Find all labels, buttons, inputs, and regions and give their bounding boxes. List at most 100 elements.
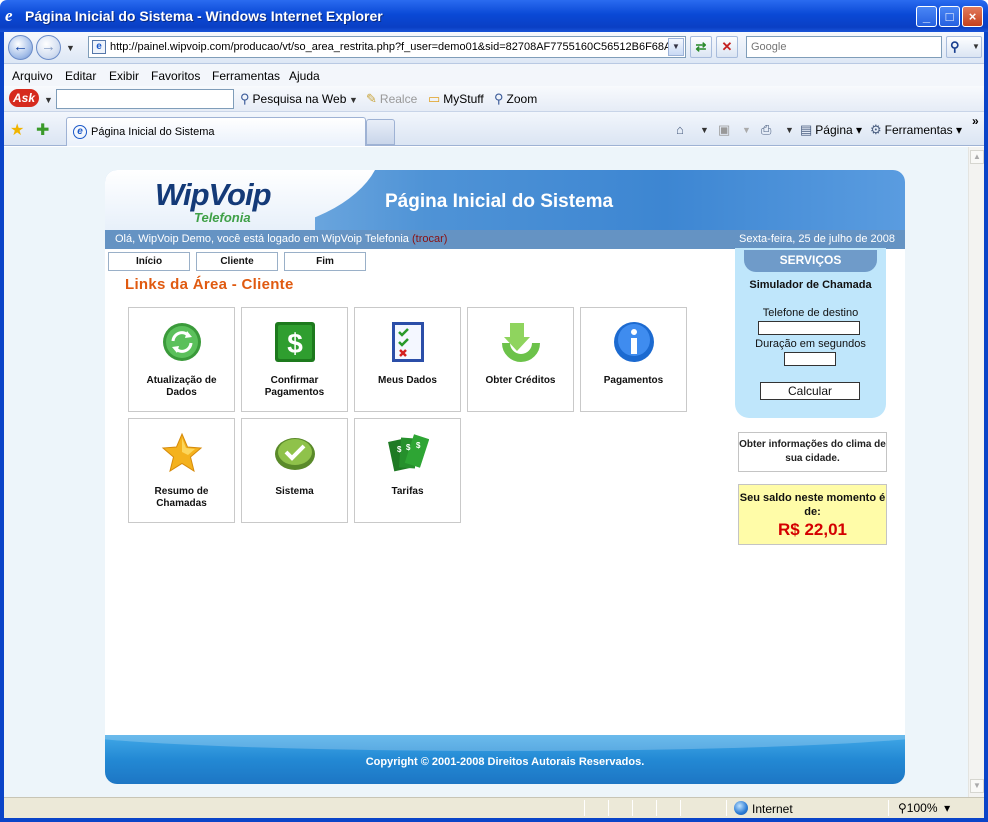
menu-exibir[interactable]: Exibir [109, 69, 139, 83]
trocar-link[interactable]: (trocar) [412, 233, 447, 245]
tab-pagina-inicial[interactable]: e Página Inicial do Sistema [66, 117, 366, 146]
tab-label: Página Inicial do Sistema [91, 126, 215, 138]
status-divider [726, 800, 727, 816]
highlighter-icon: ✎ [366, 91, 377, 106]
web-search-dropdown-icon[interactable]: ▼ [349, 95, 358, 105]
nav-inicio[interactable]: Início [108, 252, 190, 271]
tile-obter-creditos[interactable]: Obter Créditos [467, 307, 574, 412]
info-icon [614, 322, 654, 362]
overflow-chevron-icon[interactable]: » [972, 114, 979, 128]
home-dropdown-icon[interactable]: ▼ [700, 125, 709, 135]
url-field[interactable]: e http://painel.wipvoip.com/producao/vt/… [88, 36, 686, 58]
feeds-dropdown-icon[interactable]: ▼ [742, 125, 751, 135]
phone-input[interactable] [758, 321, 860, 335]
zoom-button[interactable]: ⚲ Zoom [494, 91, 537, 107]
footer-wave [105, 735, 905, 751]
back-button[interactable]: ← [8, 35, 33, 60]
tile-label: Pagamentos [603, 375, 664, 386]
tile-confirmar-pagamentos[interactable]: $ Confirmar Pagamentos [241, 307, 348, 412]
maximize-button[interactable]: □ [939, 6, 960, 27]
ask-web-search-button[interactable]: ⚲ Pesquisa na Web [240, 91, 346, 107]
tile-label: Meus Dados [378, 375, 437, 386]
magnifier-icon: ⚲ [240, 91, 250, 106]
site-logo-subtitle: Telefonia [194, 210, 251, 225]
page-icon: ▤ [800, 122, 813, 137]
refresh-button[interactable]: ⇄ [690, 36, 712, 58]
duration-label: Duração em segundos [755, 338, 866, 350]
feeds-button[interactable]: ▣ [718, 122, 733, 138]
menu-ferramentas[interactable]: Ferramentas [212, 69, 280, 83]
user-bar: Olá, WipVoip Demo, você está logado em W… [105, 230, 905, 249]
page-icon: e [92, 40, 106, 54]
tab-bar: ★ ✚ e Página Inicial do Sistema ⌂ ▼ ▣ ▼ … [4, 112, 984, 146]
print-button[interactable]: ⎙ [761, 122, 774, 138]
gear-icon: ⚙ [870, 122, 882, 137]
zoom-level[interactable]: ⚲100% ▾ [898, 801, 950, 815]
status-divider [608, 800, 609, 816]
add-favorite-icon[interactable]: ✚ [36, 120, 49, 140]
rss-icon: ▣ [718, 122, 731, 137]
svg-text:$: $ [287, 328, 303, 359]
svg-text:$: $ [406, 443, 411, 452]
search-button[interactable]: ⚲ ▼ [946, 36, 982, 58]
security-zone[interactable]: Internet [734, 801, 793, 816]
tile-label: Obter Créditos [485, 375, 556, 386]
search-field[interactable] [746, 36, 942, 58]
scroll-up-arrow-icon[interactable]: ▲ [970, 150, 984, 164]
status-bar: Internet ⚲100% ▾ [4, 797, 984, 818]
favorites-star-icon[interactable]: ★ [10, 120, 24, 140]
tile-pagamentos[interactable]: Pagamentos [580, 307, 687, 412]
print-dropdown-icon[interactable]: ▼ [785, 125, 794, 135]
phone-label: Telefone de destino [762, 307, 859, 319]
search-options-icon[interactable]: ▼ [972, 42, 980, 51]
vertical-scrollbar[interactable]: ▲ ▼ [968, 147, 984, 797]
menu-ajuda[interactable]: Ajuda [289, 69, 320, 83]
site-logo[interactable]: WipVoip [155, 177, 272, 213]
new-tab-button[interactable] [366, 119, 395, 145]
ask-logo[interactable]: Ask [9, 89, 39, 107]
stop-button[interactable]: ✕ [716, 36, 738, 58]
section-title: Links da Área - Cliente [125, 276, 294, 293]
close-button[interactable]: × [962, 6, 983, 27]
minimize-button[interactable]: _ [916, 6, 937, 27]
ie-logo-icon: e [5, 6, 13, 25]
nav-fim[interactable]: Fim [284, 252, 366, 271]
printer-icon: ⎙ [761, 122, 772, 137]
dollar-icon: $ [275, 322, 315, 362]
forward-button[interactable]: → [36, 35, 61, 60]
page-menu-button[interactable]: ▤ Página ▾ [800, 122, 862, 138]
home-button[interactable]: ⌂ [676, 122, 687, 137]
menu-favoritos[interactable]: Favoritos [151, 69, 200, 83]
url-dropdown-icon[interactable]: ▼ [668, 38, 684, 56]
folder-icon: ▭ [428, 91, 441, 106]
search-input[interactable] [747, 37, 941, 57]
duration-input[interactable] [784, 352, 836, 366]
tile-atualizacao-dados[interactable]: Atualização de Dados [128, 307, 235, 412]
tile-label: Sistema [275, 486, 314, 497]
ask-search-input[interactable] [56, 89, 234, 109]
tile-sistema[interactable]: Sistema [241, 418, 348, 523]
highlight-button[interactable]: ✎ Realce [366, 91, 417, 107]
balance-box: Seu saldo neste momento é de: R$ 22,01 [738, 484, 887, 545]
tile-tarifas[interactable]: $ $ $ Tarifas [354, 418, 461, 523]
nav-cliente[interactable]: Cliente [196, 252, 278, 271]
tile-resumo-chamadas[interactable]: Resumo de Chamadas [128, 418, 235, 523]
tools-menu-button[interactable]: ⚙ Ferramentas ▾ [870, 122, 962, 138]
site-header: WipVoip Telefonia Página Inicial do Sist… [105, 170, 905, 249]
history-dropdown-icon[interactable]: ▼ [66, 43, 75, 53]
balance-value: R$ 22,01 [778, 520, 847, 539]
home-icon: ⌂ [676, 122, 684, 137]
ask-dropdown-icon[interactable]: ▼ [44, 95, 53, 105]
menu-arquivo[interactable]: Arquivo [12, 69, 53, 83]
browser-viewport: WipVoip Telefonia Página Inicial do Sist… [4, 147, 968, 797]
star-icon [161, 432, 203, 473]
title-bar: e Página Inicial do Sistema - Windows In… [0, 0, 988, 32]
copyright-text: Copyright © 2001-2008 Direitos Autorais … [365, 756, 645, 768]
tile-meus-dados[interactable]: Meus Dados [354, 307, 461, 412]
window-title: Página Inicial do Sistema - Windows Inte… [25, 8, 383, 24]
weather-link[interactable]: Obter informações do clima de sua cidade… [738, 432, 887, 472]
mystuff-button[interactable]: ▭ MyStuff [428, 91, 484, 107]
scroll-down-arrow-icon[interactable]: ▼ [970, 779, 984, 793]
menu-editar[interactable]: Editar [65, 69, 96, 83]
calculate-button[interactable]: Calcular [760, 382, 860, 400]
